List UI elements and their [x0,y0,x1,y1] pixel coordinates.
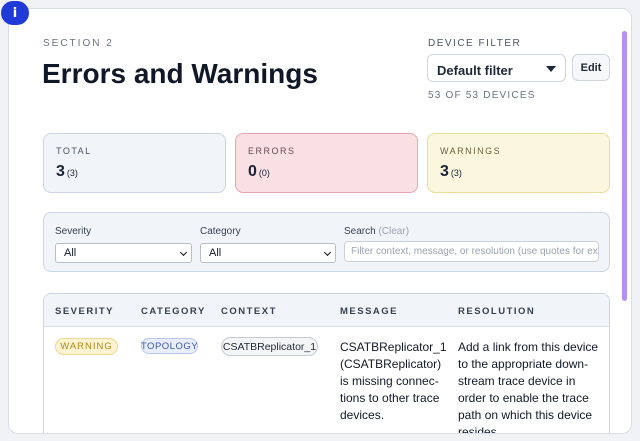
stat-warnings: WARNINGS 3 (3) [427,133,610,193]
issues-table: SEVERITY CATEGORY CONTEXT MESSAGE RESOLU… [43,293,610,434]
chevron-down-icon [323,248,332,257]
errors-warnings-card: SECTION 2 Errors and Warnings DEVICE FIL… [8,8,632,434]
search-input[interactable]: Filter context, message, or resolution (… [344,241,599,262]
section-label: SECTION 2 [43,38,114,49]
column-header-severity[interactable]: SEVERITY [55,306,114,317]
resolution-cell: Add a link from this device to the appro… [458,340,599,434]
filter-panel: Severity All Category All Search (Clear)… [43,212,610,272]
device-count: 53 OF 53 DEVICES [428,90,536,101]
stat-errors-value: 0 [248,163,257,180]
context-chip[interactable]: CSATBReplicator_1 [221,337,318,356]
stat-errors-label: ERRORS [248,146,296,156]
severity-value: All [64,247,77,259]
stat-total: TOTAL 3 (3) [43,133,226,193]
stat-total-value: 3 [56,163,65,180]
info-icon[interactable]: i [1,1,29,25]
stat-errors: ERRORS 0 (0) [235,133,418,193]
message-cell: CSATBReplicator_1 (CSATBReplicator) is m… [340,340,447,422]
category-badge: TOPOLOGY [141,338,198,354]
page-title: Errors and Warnings [42,58,318,89]
severity-badge: WARNING [55,338,118,355]
edit-filter-button[interactable]: Edit [572,54,610,81]
scrollbar[interactable] [622,31,627,301]
column-header-resolution[interactable]: RESOLUTION [458,306,535,317]
clear-search-link[interactable]: (Clear) [378,226,409,237]
category-label: Category [200,226,241,237]
device-filter-select[interactable]: Default filter [427,54,566,82]
caret-down-icon [546,66,556,72]
column-header-message[interactable]: MESSAGE [340,306,398,317]
stat-total-sub: (3) [66,168,78,178]
category-value: All [209,247,222,259]
device-filter-label: DEVICE FILTER [428,38,522,49]
column-header-context[interactable]: CONTEXT [221,306,277,317]
device-filter-value: Default filter [437,63,513,78]
stat-warnings-sub: (3) [450,168,462,178]
column-header-category[interactable]: CATEGORY [141,306,206,317]
category-select[interactable]: All [200,243,336,263]
severity-select[interactable]: All [55,243,192,263]
chevron-down-icon [179,248,188,257]
search-label: Search [344,226,376,237]
table-header: SEVERITY CATEGORY CONTEXT MESSAGE RESOLU… [44,294,609,327]
stat-warnings-label: WARNINGS [440,146,502,156]
stat-errors-sub: (0) [258,168,270,178]
search-label-group: Search (Clear) [344,226,409,237]
stat-warnings-value: 3 [440,163,449,180]
stat-total-label: TOTAL [56,146,92,156]
severity-label: Severity [55,226,92,237]
